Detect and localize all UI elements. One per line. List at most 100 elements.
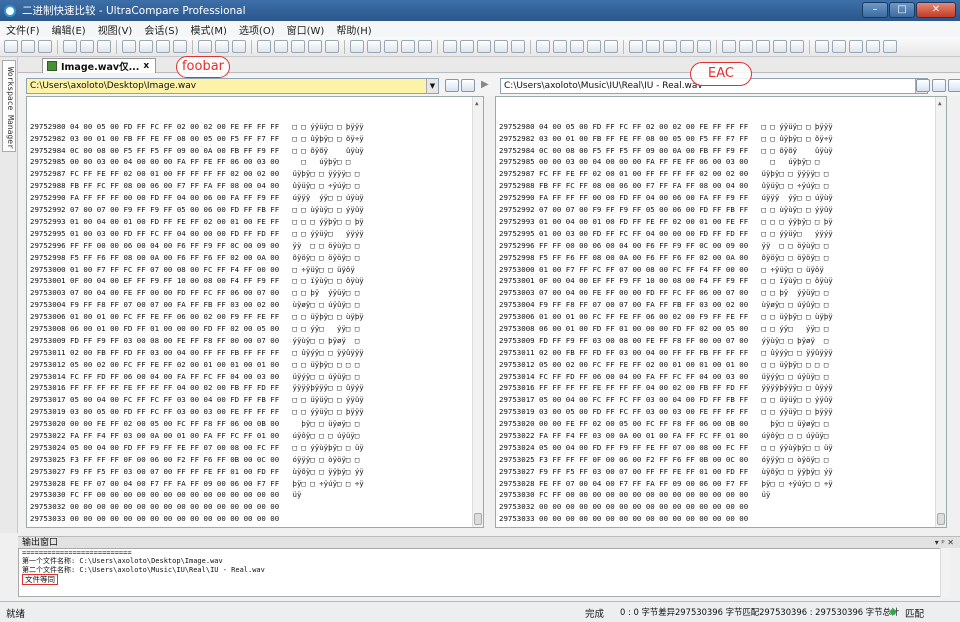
chevron-down-icon[interactable]: ▼ (426, 79, 438, 93)
toolbar-button-icon[interactable] (215, 40, 229, 53)
toolbar-button-icon[interactable] (629, 40, 643, 53)
maximize-button[interactable]: □ (889, 2, 915, 18)
hex-row: 29752982 03 00 01 00 FB FF FE FF 08 00 0… (499, 133, 833, 143)
hex-row: 29753009 FD FF F9 FF 03 00 08 00 FE FF F… (30, 335, 360, 345)
hex-row: 29752987 FC FF FE FF 02 00 01 00 FF FF F… (499, 169, 829, 179)
toolbar-button-icon[interactable] (198, 40, 212, 53)
toolbar-button-icon[interactable] (443, 40, 457, 53)
toolbar-button-icon[interactable] (384, 40, 398, 53)
toolbar-button-icon[interactable] (418, 40, 432, 53)
menu-item[interactable]: 文件(F) (6, 22, 40, 37)
toolbar-button-icon[interactable] (570, 40, 584, 53)
toolbar-button-icon[interactable] (97, 40, 111, 53)
menu-item[interactable]: 选项(O) (239, 22, 275, 37)
hex-row: 29752988 FB FF FC FF 08 00 06 00 F7 FF F… (30, 181, 360, 191)
toolbar-button-icon[interactable] (401, 40, 415, 53)
menu-item[interactable]: 模式(M) (191, 22, 227, 37)
menu-item[interactable]: 窗口(W) (287, 22, 325, 37)
toolbar-button-icon[interactable] (477, 40, 491, 53)
hex-row: 29753020 00 00 FE FF 02 00 05 00 FC FF F… (30, 419, 360, 429)
toolbar-button-icon[interactable] (604, 40, 618, 53)
output-file2: 第二个文件名称: C:\Users\axoloto\Music\IU\Real\… (22, 565, 265, 574)
open-file-icon[interactable] (461, 79, 475, 92)
toolbar-button-icon[interactable] (460, 40, 474, 53)
toolbar-separator (192, 39, 193, 54)
toolbar-button-icon[interactable] (139, 40, 153, 53)
hex-row: 29753033 00 00 00 00 00 00 00 00 00 00 0… (499, 514, 749, 524)
tab-close-icon[interactable]: x (143, 61, 149, 71)
toolbar-button-icon[interactable] (832, 40, 846, 53)
toolbar-button-icon[interactable] (367, 40, 381, 53)
menu-item[interactable]: 帮助(H) (336, 22, 371, 37)
toolbar-separator (344, 39, 345, 54)
toolbar-button-icon[interactable] (790, 40, 804, 53)
toolbar-button-icon[interactable] (680, 40, 694, 53)
toolbar-button-icon[interactable] (350, 40, 364, 53)
menu-item[interactable]: 会话(S) (144, 22, 178, 37)
document-tab[interactable]: Image.wav仅... x (42, 58, 157, 73)
toolbar-button-icon[interactable] (663, 40, 677, 53)
menu-item[interactable]: 视图(V) (98, 22, 133, 37)
hex-row: 29753035 00 00 00 00 00 00 00 00 00 00 0… (27, 525, 483, 527)
minimize-button[interactable]: – (862, 2, 888, 18)
toolbar-button-icon[interactable] (756, 40, 770, 53)
toolbar-button-icon[interactable] (156, 40, 170, 53)
left-hex-pane[interactable]: 29752980 04 00 05 00 FD FF FC FF 02 00 0… (26, 96, 484, 528)
toolbar-button-icon[interactable] (697, 40, 711, 53)
toolbar-button-icon[interactable] (866, 40, 880, 53)
toolbar-button-icon[interactable] (21, 40, 35, 53)
left-scrollbar[interactable]: ▲ (472, 97, 483, 527)
document-tabs: Image.wav仅... x (18, 57, 960, 73)
hex-row: 29753030 FC FF 00 00 00 00 00 00 00 00 0… (30, 490, 302, 500)
toolbar-button-icon[interactable] (173, 40, 187, 53)
toolbar-button-icon[interactable] (553, 40, 567, 53)
toolbar-button-icon[interactable] (4, 40, 18, 53)
toolbar-button-icon[interactable] (308, 40, 322, 53)
toolbar-button-icon[interactable] (122, 40, 136, 53)
toolbar-button-icon[interactable] (325, 40, 339, 53)
save-icon[interactable] (948, 79, 960, 92)
right-scrollbar[interactable]: ▲ (935, 97, 946, 527)
toolbar-button-icon[interactable] (815, 40, 829, 53)
workspace-manager-tab[interactable]: Workspace Manager (2, 60, 16, 152)
toolbar-button-icon[interactable] (511, 40, 525, 53)
right-hex-pane[interactable]: 29752980 04 00 05 00 FD FF FC FF 02 00 0… (495, 96, 947, 528)
hex-row: 29753008 06 00 01 00 FD FF 01 00 00 00 F… (499, 323, 829, 333)
play-right-icon[interactable]: ▶ (481, 79, 489, 90)
status-ready: 就绪 (6, 609, 26, 620)
toolbar-button-icon[interactable] (883, 40, 897, 53)
open-folder-icon[interactable] (445, 79, 459, 92)
output-window[interactable]: ========================== 第一个文件名称: C:\Us… (18, 548, 950, 597)
left-file-path-input[interactable]: C:\Users\axoloto\Desktop\Image.wav ▼ (26, 78, 439, 94)
output-scrollbar[interactable] (940, 548, 950, 597)
hex-row: 29752990 FA FF FF FF 00 00 FD FF 04 00 0… (499, 193, 833, 203)
right-file-path-text: C:\Users\axoloto\Music\IU\Real\IU - Real… (504, 81, 703, 91)
open-file-icon[interactable] (932, 79, 946, 92)
close-button[interactable]: ✕ (916, 2, 956, 18)
toolbar-button-icon[interactable] (739, 40, 753, 53)
toolbar-button-icon[interactable] (722, 40, 736, 53)
hex-row: 29752996 FF FF 00 00 06 00 04 00 F6 FF F… (30, 240, 360, 250)
workspace-strip: Workspace Manager (0, 57, 18, 533)
toolbar-button-icon[interactable] (38, 40, 52, 53)
toolbar-button-icon[interactable] (291, 40, 305, 53)
toolbar-button-icon[interactable] (274, 40, 288, 53)
toolbar-button-icon[interactable] (232, 40, 246, 53)
menu-item[interactable]: 编辑(E) (52, 22, 86, 37)
status-summary: 0 : 0 字节差异297530396 字节匹配297530396 : 2975… (620, 607, 900, 617)
toolbar-button-icon[interactable] (80, 40, 94, 53)
toolbar-button-icon[interactable] (849, 40, 863, 53)
hex-row: 29753017 05 00 04 00 FC FF FC FF 03 00 0… (499, 395, 833, 405)
hex-row: 29753033 00 00 00 00 00 00 00 00 00 00 0… (30, 514, 280, 524)
toolbar-button-icon[interactable] (773, 40, 787, 53)
toolbar-button-icon[interactable] (646, 40, 660, 53)
toolbar-button-icon[interactable] (63, 40, 77, 53)
toolbar-button-icon[interactable] (536, 40, 550, 53)
toolbar-button-icon[interactable] (587, 40, 601, 53)
toolbar-button-icon[interactable] (257, 40, 271, 53)
hex-row: 29753028 FE FF 07 00 04 00 F7 FF FA FF 0… (499, 478, 833, 488)
hex-row: 29752980 04 00 05 00 FD FF FC FF 02 00 0… (30, 121, 364, 131)
open-folder-icon[interactable] (916, 79, 930, 92)
toolbar-button-icon[interactable] (494, 40, 508, 53)
hex-row: 29753016 FF FF FF FF FE FF FF FF 04 00 0… (30, 383, 364, 393)
